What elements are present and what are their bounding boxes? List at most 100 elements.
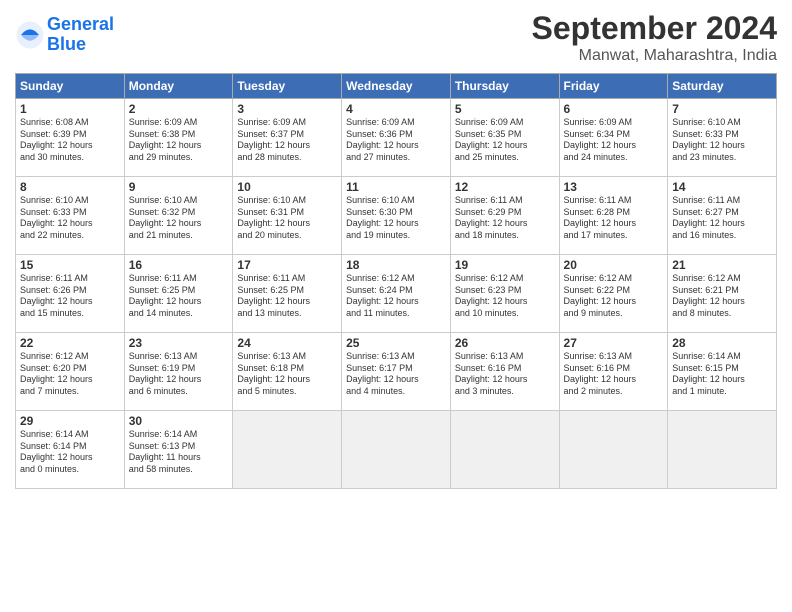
day-number: 12: [455, 180, 555, 194]
page-container: General Blue September 2024 Manwat, Maha…: [0, 0, 792, 494]
col-monday: Monday: [124, 74, 233, 99]
table-row: 26Sunrise: 6:13 AM Sunset: 6:16 PM Dayli…: [450, 333, 559, 411]
table-row: 6Sunrise: 6:09 AM Sunset: 6:34 PM Daylig…: [559, 99, 668, 177]
table-row: [559, 411, 668, 489]
table-row: 21Sunrise: 6:12 AM Sunset: 6:21 PM Dayli…: [668, 255, 777, 333]
day-number: 7: [672, 102, 772, 116]
day-number: 27: [564, 336, 664, 350]
day-info: Sunrise: 6:11 AM Sunset: 6:28 PM Dayligh…: [564, 195, 664, 242]
table-row: 25Sunrise: 6:13 AM Sunset: 6:17 PM Dayli…: [342, 333, 451, 411]
calendar-week-row: 8Sunrise: 6:10 AM Sunset: 6:33 PM Daylig…: [16, 177, 777, 255]
day-info: Sunrise: 6:13 AM Sunset: 6:18 PM Dayligh…: [237, 351, 337, 398]
table-row: 15Sunrise: 6:11 AM Sunset: 6:26 PM Dayli…: [16, 255, 125, 333]
day-number: 22: [20, 336, 120, 350]
day-number: 10: [237, 180, 337, 194]
day-info: Sunrise: 6:14 AM Sunset: 6:13 PM Dayligh…: [129, 429, 229, 476]
day-info: Sunrise: 6:10 AM Sunset: 6:31 PM Dayligh…: [237, 195, 337, 242]
day-info: Sunrise: 6:09 AM Sunset: 6:36 PM Dayligh…: [346, 117, 446, 164]
table-row: 5Sunrise: 6:09 AM Sunset: 6:35 PM Daylig…: [450, 99, 559, 177]
day-number: 23: [129, 336, 229, 350]
day-number: 5: [455, 102, 555, 116]
table-row: 7Sunrise: 6:10 AM Sunset: 6:33 PM Daylig…: [668, 99, 777, 177]
day-number: 20: [564, 258, 664, 272]
table-row: 30Sunrise: 6:14 AM Sunset: 6:13 PM Dayli…: [124, 411, 233, 489]
table-row: 23Sunrise: 6:13 AM Sunset: 6:19 PM Dayli…: [124, 333, 233, 411]
table-row: 3Sunrise: 6:09 AM Sunset: 6:37 PM Daylig…: [233, 99, 342, 177]
day-info: Sunrise: 6:09 AM Sunset: 6:35 PM Dayligh…: [455, 117, 555, 164]
day-number: 2: [129, 102, 229, 116]
table-row: [342, 411, 451, 489]
day-number: 8: [20, 180, 120, 194]
day-info: Sunrise: 6:12 AM Sunset: 6:20 PM Dayligh…: [20, 351, 120, 398]
day-number: 26: [455, 336, 555, 350]
day-info: Sunrise: 6:11 AM Sunset: 6:29 PM Dayligh…: [455, 195, 555, 242]
calendar-week-row: 29Sunrise: 6:14 AM Sunset: 6:14 PM Dayli…: [16, 411, 777, 489]
table-row: 20Sunrise: 6:12 AM Sunset: 6:22 PM Dayli…: [559, 255, 668, 333]
day-number: 30: [129, 414, 229, 428]
logo-icon: [15, 20, 45, 50]
table-row: [668, 411, 777, 489]
day-number: 13: [564, 180, 664, 194]
table-row: 19Sunrise: 6:12 AM Sunset: 6:23 PM Dayli…: [450, 255, 559, 333]
table-row: 12Sunrise: 6:11 AM Sunset: 6:29 PM Dayli…: [450, 177, 559, 255]
day-number: 11: [346, 180, 446, 194]
day-info: Sunrise: 6:14 AM Sunset: 6:14 PM Dayligh…: [20, 429, 120, 476]
day-info: Sunrise: 6:13 AM Sunset: 6:16 PM Dayligh…: [564, 351, 664, 398]
day-info: Sunrise: 6:09 AM Sunset: 6:37 PM Dayligh…: [237, 117, 337, 164]
day-info: Sunrise: 6:10 AM Sunset: 6:33 PM Dayligh…: [20, 195, 120, 242]
day-info: Sunrise: 6:12 AM Sunset: 6:24 PM Dayligh…: [346, 273, 446, 320]
day-number: 18: [346, 258, 446, 272]
col-saturday: Saturday: [668, 74, 777, 99]
logo: General Blue: [15, 15, 114, 55]
calendar-week-row: 15Sunrise: 6:11 AM Sunset: 6:26 PM Dayli…: [16, 255, 777, 333]
month-title: September 2024: [532, 10, 777, 47]
day-number: 25: [346, 336, 446, 350]
table-row: 2Sunrise: 6:09 AM Sunset: 6:38 PM Daylig…: [124, 99, 233, 177]
day-info: Sunrise: 6:13 AM Sunset: 6:16 PM Dayligh…: [455, 351, 555, 398]
day-number: 29: [20, 414, 120, 428]
day-info: Sunrise: 6:11 AM Sunset: 6:25 PM Dayligh…: [129, 273, 229, 320]
day-number: 16: [129, 258, 229, 272]
day-number: 17: [237, 258, 337, 272]
table-row: 24Sunrise: 6:13 AM Sunset: 6:18 PM Dayli…: [233, 333, 342, 411]
logo-text: General Blue: [47, 15, 114, 55]
table-row: 27Sunrise: 6:13 AM Sunset: 6:16 PM Dayli…: [559, 333, 668, 411]
table-row: 4Sunrise: 6:09 AM Sunset: 6:36 PM Daylig…: [342, 99, 451, 177]
table-row: [450, 411, 559, 489]
table-row: 17Sunrise: 6:11 AM Sunset: 6:25 PM Dayli…: [233, 255, 342, 333]
table-row: 29Sunrise: 6:14 AM Sunset: 6:14 PM Dayli…: [16, 411, 125, 489]
calendar-week-row: 1Sunrise: 6:08 AM Sunset: 6:39 PM Daylig…: [16, 99, 777, 177]
day-info: Sunrise: 6:10 AM Sunset: 6:30 PM Dayligh…: [346, 195, 446, 242]
day-info: Sunrise: 6:14 AM Sunset: 6:15 PM Dayligh…: [672, 351, 772, 398]
day-number: 3: [237, 102, 337, 116]
table-row: 10Sunrise: 6:10 AM Sunset: 6:31 PM Dayli…: [233, 177, 342, 255]
table-row: 9Sunrise: 6:10 AM Sunset: 6:32 PM Daylig…: [124, 177, 233, 255]
day-info: Sunrise: 6:12 AM Sunset: 6:22 PM Dayligh…: [564, 273, 664, 320]
day-number: 28: [672, 336, 772, 350]
table-row: 11Sunrise: 6:10 AM Sunset: 6:30 PM Dayli…: [342, 177, 451, 255]
day-info: Sunrise: 6:11 AM Sunset: 6:27 PM Dayligh…: [672, 195, 772, 242]
day-number: 4: [346, 102, 446, 116]
day-info: Sunrise: 6:12 AM Sunset: 6:21 PM Dayligh…: [672, 273, 772, 320]
day-info: Sunrise: 6:13 AM Sunset: 6:17 PM Dayligh…: [346, 351, 446, 398]
col-sunday: Sunday: [16, 74, 125, 99]
table-row: 13Sunrise: 6:11 AM Sunset: 6:28 PM Dayli…: [559, 177, 668, 255]
day-number: 21: [672, 258, 772, 272]
day-info: Sunrise: 6:08 AM Sunset: 6:39 PM Dayligh…: [20, 117, 120, 164]
table-row: 14Sunrise: 6:11 AM Sunset: 6:27 PM Dayli…: [668, 177, 777, 255]
day-info: Sunrise: 6:10 AM Sunset: 6:32 PM Dayligh…: [129, 195, 229, 242]
day-number: 9: [129, 180, 229, 194]
col-wednesday: Wednesday: [342, 74, 451, 99]
day-info: Sunrise: 6:11 AM Sunset: 6:26 PM Dayligh…: [20, 273, 120, 320]
table-row: 28Sunrise: 6:14 AM Sunset: 6:15 PM Dayli…: [668, 333, 777, 411]
location: Manwat, Maharashtra, India: [532, 47, 777, 65]
day-info: Sunrise: 6:10 AM Sunset: 6:33 PM Dayligh…: [672, 117, 772, 164]
day-number: 19: [455, 258, 555, 272]
day-info: Sunrise: 6:13 AM Sunset: 6:19 PM Dayligh…: [129, 351, 229, 398]
title-area: September 2024 Manwat, Maharashtra, Indi…: [532, 10, 777, 65]
day-number: 14: [672, 180, 772, 194]
day-number: 15: [20, 258, 120, 272]
table-row: 22Sunrise: 6:12 AM Sunset: 6:20 PM Dayli…: [16, 333, 125, 411]
table-row: [233, 411, 342, 489]
table-row: 1Sunrise: 6:08 AM Sunset: 6:39 PM Daylig…: [16, 99, 125, 177]
